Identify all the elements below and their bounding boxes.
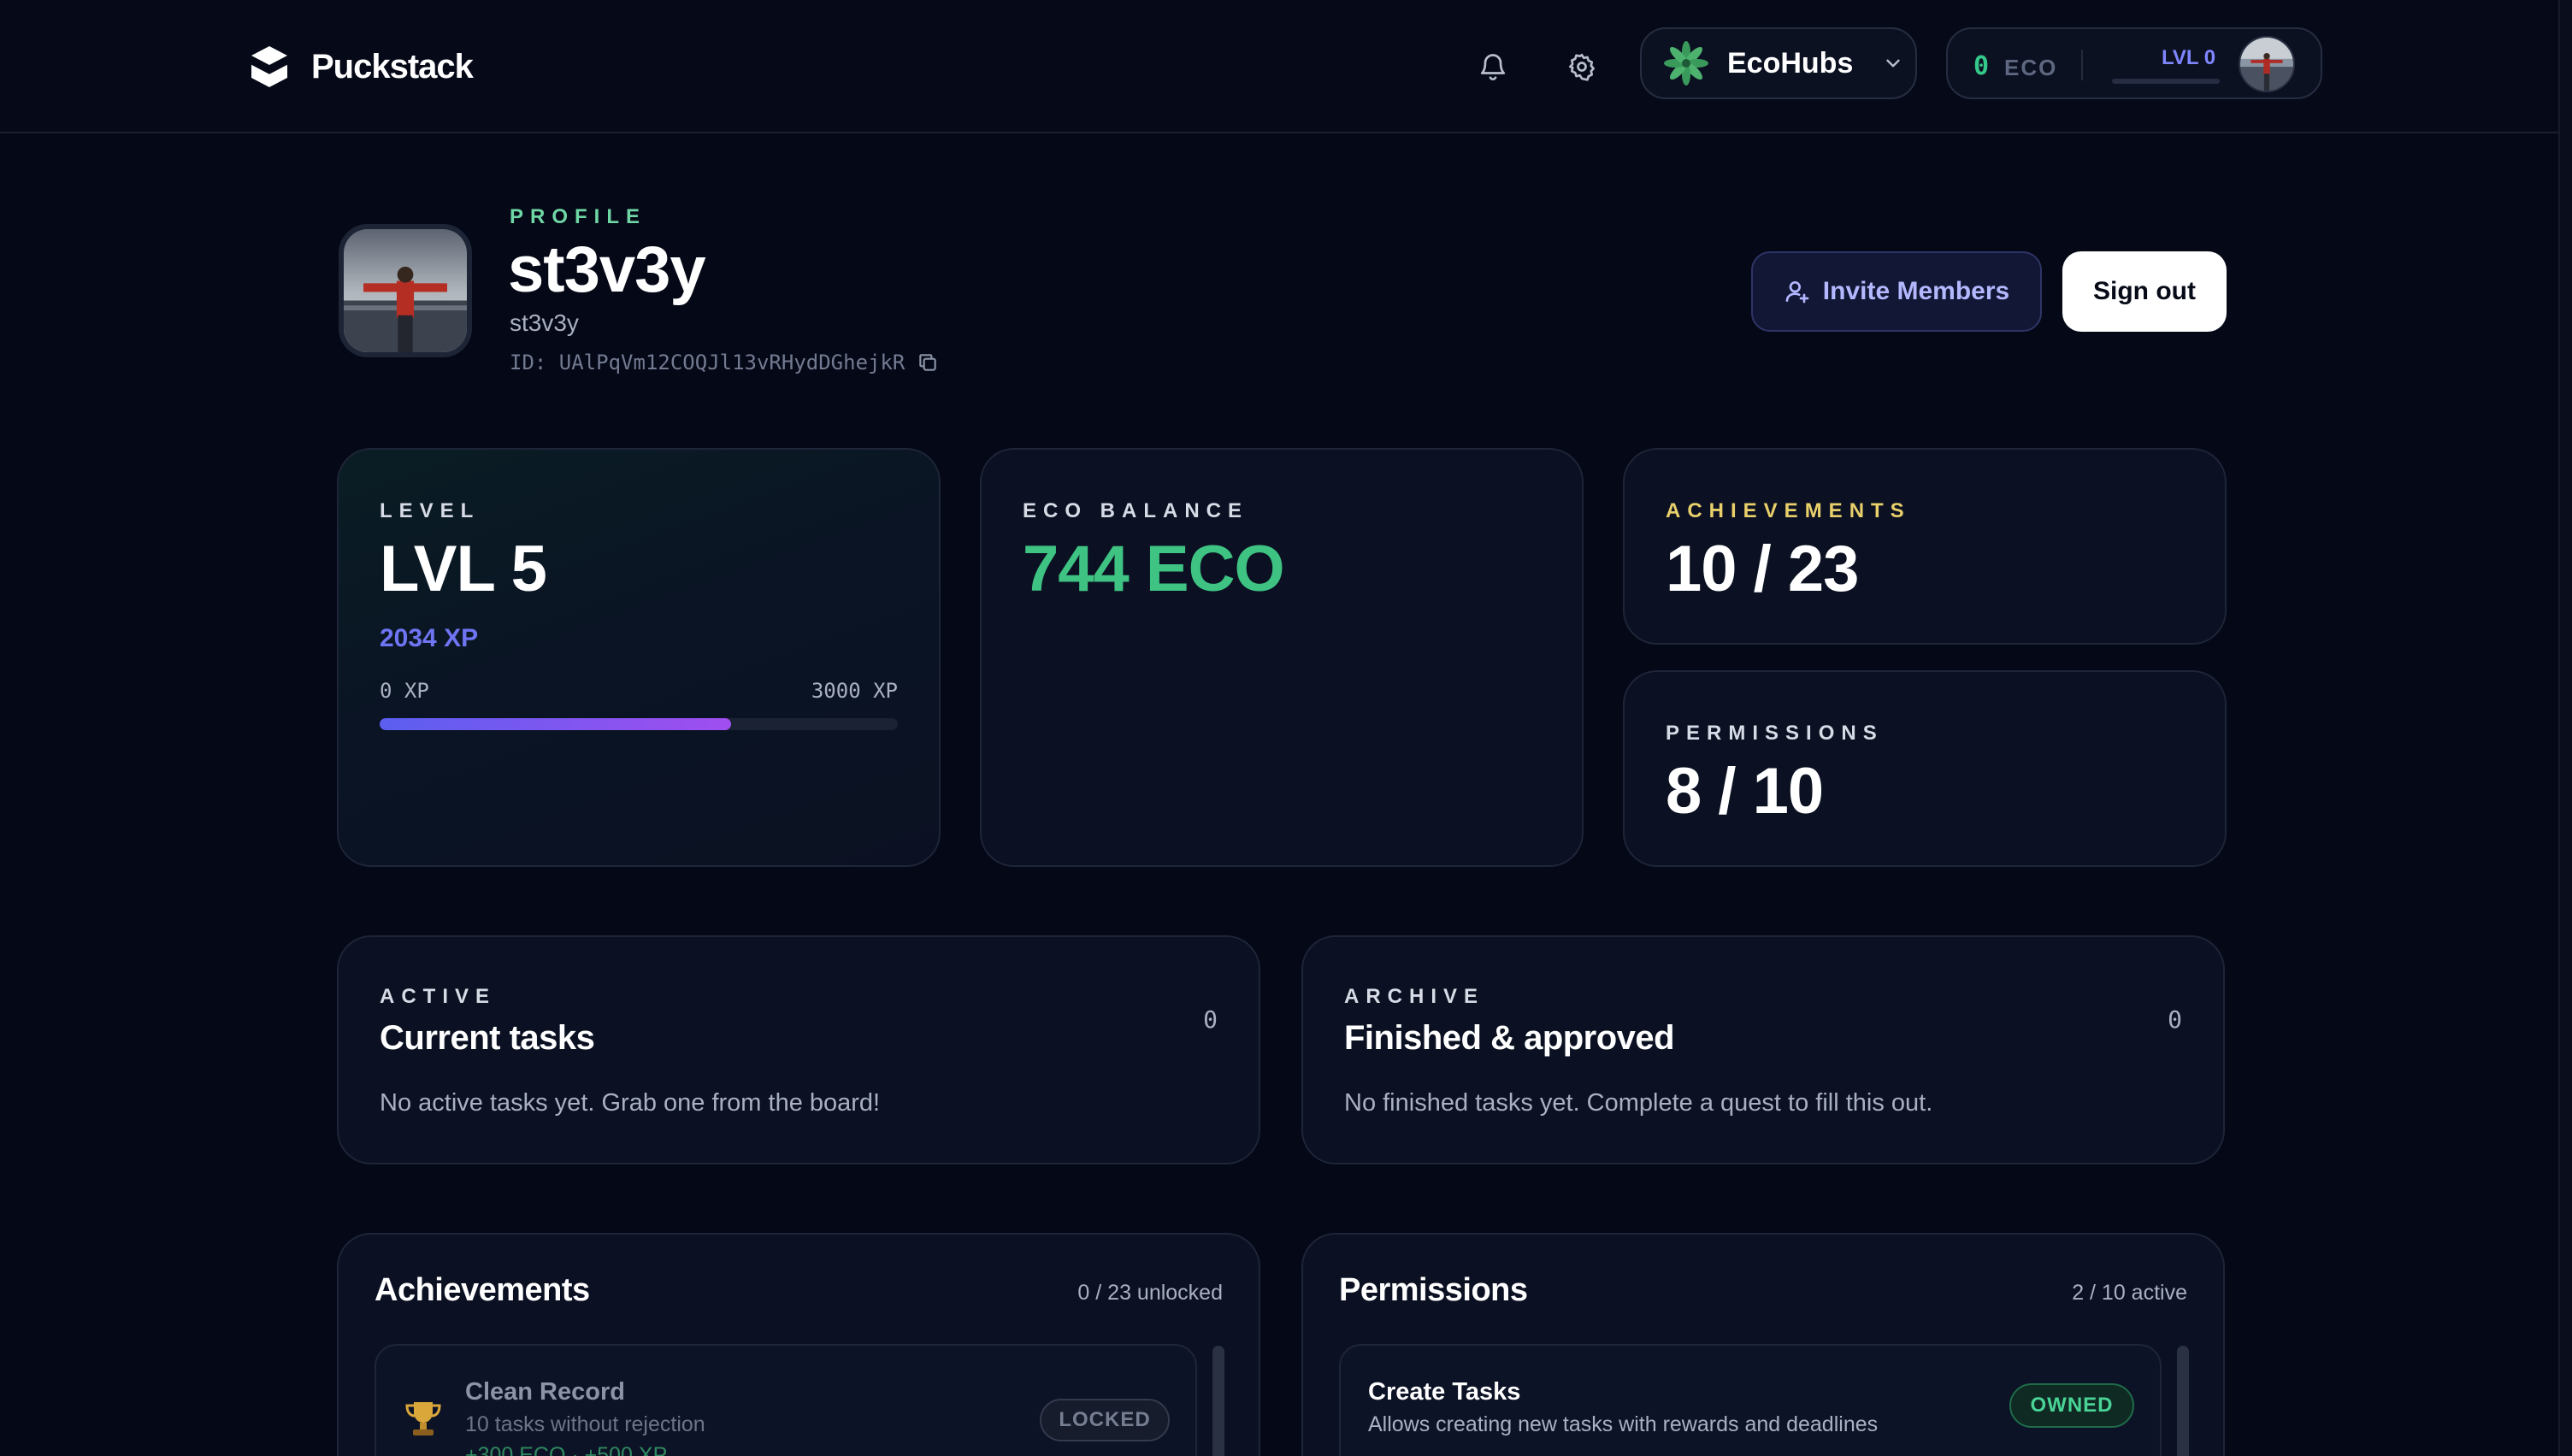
- xp-min: 0 XP: [380, 679, 429, 703]
- active-tasks-card: ACTIVE Current tasks 0 No active tasks y…: [337, 935, 1260, 1164]
- avatar[interactable]: [2239, 36, 2295, 92]
- achievement-description: 10 tasks without rejection: [465, 1412, 705, 1436]
- archive-tasks-card: ARCHIVE Finished & approved 0 No finishe…: [1301, 935, 2225, 1164]
- invite-members-label: Invite Members: [1822, 277, 2010, 305]
- eco-balance-value: 744 ECO: [1023, 533, 1285, 605]
- brand-name: Puckstack: [311, 47, 474, 85]
- profile-handle: st3v3y: [510, 309, 579, 336]
- eco-unit: ECO: [2004, 55, 2058, 80]
- permissions-card: PERMISSIONS 8 / 10: [1623, 670, 2227, 867]
- active-count: 0: [1203, 1005, 1218, 1034]
- avatar-photo: [2240, 38, 2293, 91]
- scrollbar[interactable]: [2177, 1346, 2189, 1456]
- list-item[interactable]: Create Tasks Allows creating new tasks w…: [1339, 1344, 2162, 1456]
- active-empty-state: No active tasks yet. Grab one from the b…: [380, 1089, 881, 1117]
- top-bar: Puckstack EcoHubs 0 ECO LVL 0: [0, 0, 2572, 133]
- active-eyebrow: ACTIVE: [380, 985, 497, 1008]
- settings-button[interactable]: [1560, 44, 1604, 89]
- xp-max: 3000 XP: [811, 679, 898, 703]
- gear-icon: [1569, 53, 1595, 81]
- level-label: LEVEL: [380, 499, 481, 522]
- achievements-list-meta: 0 / 23 unlocked: [1077, 1281, 1223, 1305]
- page-title: st3v3y: [508, 233, 706, 306]
- chevron-down-icon: [1886, 59, 1901, 68]
- permissions-list-meta: 2 / 10 active: [2072, 1281, 2187, 1305]
- invite-members-button[interactable]: Invite Members: [1751, 251, 2042, 332]
- hub-name: EcoHubs: [1727, 46, 1854, 80]
- divider: [2081, 50, 2083, 80]
- permission-description: Allows creating new tasks with rewards a…: [1368, 1412, 1879, 1436]
- permission-title: Create Tasks: [1368, 1378, 1521, 1406]
- achievement-reward: +300 ECO · +500 XP: [465, 1443, 668, 1456]
- scrollbar[interactable]: [1212, 1346, 1224, 1456]
- notifications-button[interactable]: [1471, 44, 1515, 89]
- ecohubs-logo-icon: [1664, 41, 1708, 85]
- level-card: LEVEL LVL 5 2034 XP 0 XP 3000 XP: [337, 448, 941, 867]
- stack-logo-icon: [251, 46, 288, 87]
- profile-avatar[interactable]: [339, 224, 472, 357]
- permissions-list-title: Permissions: [1339, 1272, 1528, 1308]
- brand[interactable]: Puckstack: [250, 41, 474, 92]
- achievements-label: ACHIEVEMENTS: [1666, 499, 1911, 522]
- copy-icon[interactable]: [917, 351, 939, 374]
- archive-count: 0: [2168, 1005, 2182, 1034]
- achievements-value: 10 / 23: [1666, 533, 1859, 605]
- permissions-list-card: Permissions 2 / 10 active Create Tasks A…: [1301, 1233, 2225, 1456]
- archive-title: Finished & approved: [1344, 1019, 1675, 1057]
- achievements-list-card: Achievements 0 / 23 unlocked Clean Recor…: [337, 1233, 1260, 1456]
- eco-balance-label: ECO BALANCE: [1023, 499, 1249, 522]
- status-badge: OWNED: [2009, 1383, 2134, 1428]
- profile-photo: [344, 229, 467, 352]
- add-user-icon: [1785, 281, 1809, 304]
- xp-value: 2034 XP: [380, 624, 479, 652]
- list-item[interactable]: Clean Record 10 tasks without rejection …: [375, 1344, 1197, 1456]
- profile-id: ID: UAlPqVm12COQJl13vRHydDGhejkR: [510, 351, 939, 374]
- hub-switcher[interactable]: EcoHubs: [1640, 27, 1917, 99]
- user-status-pill[interactable]: 0 ECO LVL 0: [1946, 27, 2322, 99]
- archive-empty-state: No finished tasks yet. Complete a quest …: [1344, 1089, 1933, 1117]
- eco-amount: 0: [1973, 51, 1990, 81]
- xp-progress-bar: [380, 718, 898, 730]
- achievements-card: ACHIEVEMENTS 10 / 23: [1623, 448, 2227, 645]
- permissions-value: 8 / 10: [1666, 755, 1824, 828]
- eco-balance-card: ECO BALANCE 744 ECO: [980, 448, 1584, 867]
- achievement-title: Clean Record: [465, 1378, 625, 1406]
- permissions-label: PERMISSIONS: [1666, 722, 1884, 745]
- level-indicator: LVL 0: [2162, 46, 2216, 69]
- active-title: Current tasks: [380, 1019, 595, 1057]
- level-progress-bar: [2112, 79, 2220, 84]
- status-badge: LOCKED: [1040, 1399, 1170, 1441]
- window-scrollbar[interactable]: [2558, 0, 2572, 1456]
- trophy-icon: [405, 1402, 441, 1435]
- profile-id-text: ID: UAlPqVm12COQJl13vRHydDGhejkR: [510, 351, 906, 374]
- archive-eyebrow: ARCHIVE: [1344, 985, 1485, 1008]
- level-value: LVL 5: [380, 533, 547, 605]
- xp-progress-fill: [380, 718, 731, 730]
- sign-out-button[interactable]: Sign out: [2062, 251, 2227, 332]
- profile-eyebrow: PROFILE: [510, 205, 647, 228]
- achievements-list-title: Achievements: [375, 1272, 590, 1308]
- bell-icon: [1480, 54, 1506, 80]
